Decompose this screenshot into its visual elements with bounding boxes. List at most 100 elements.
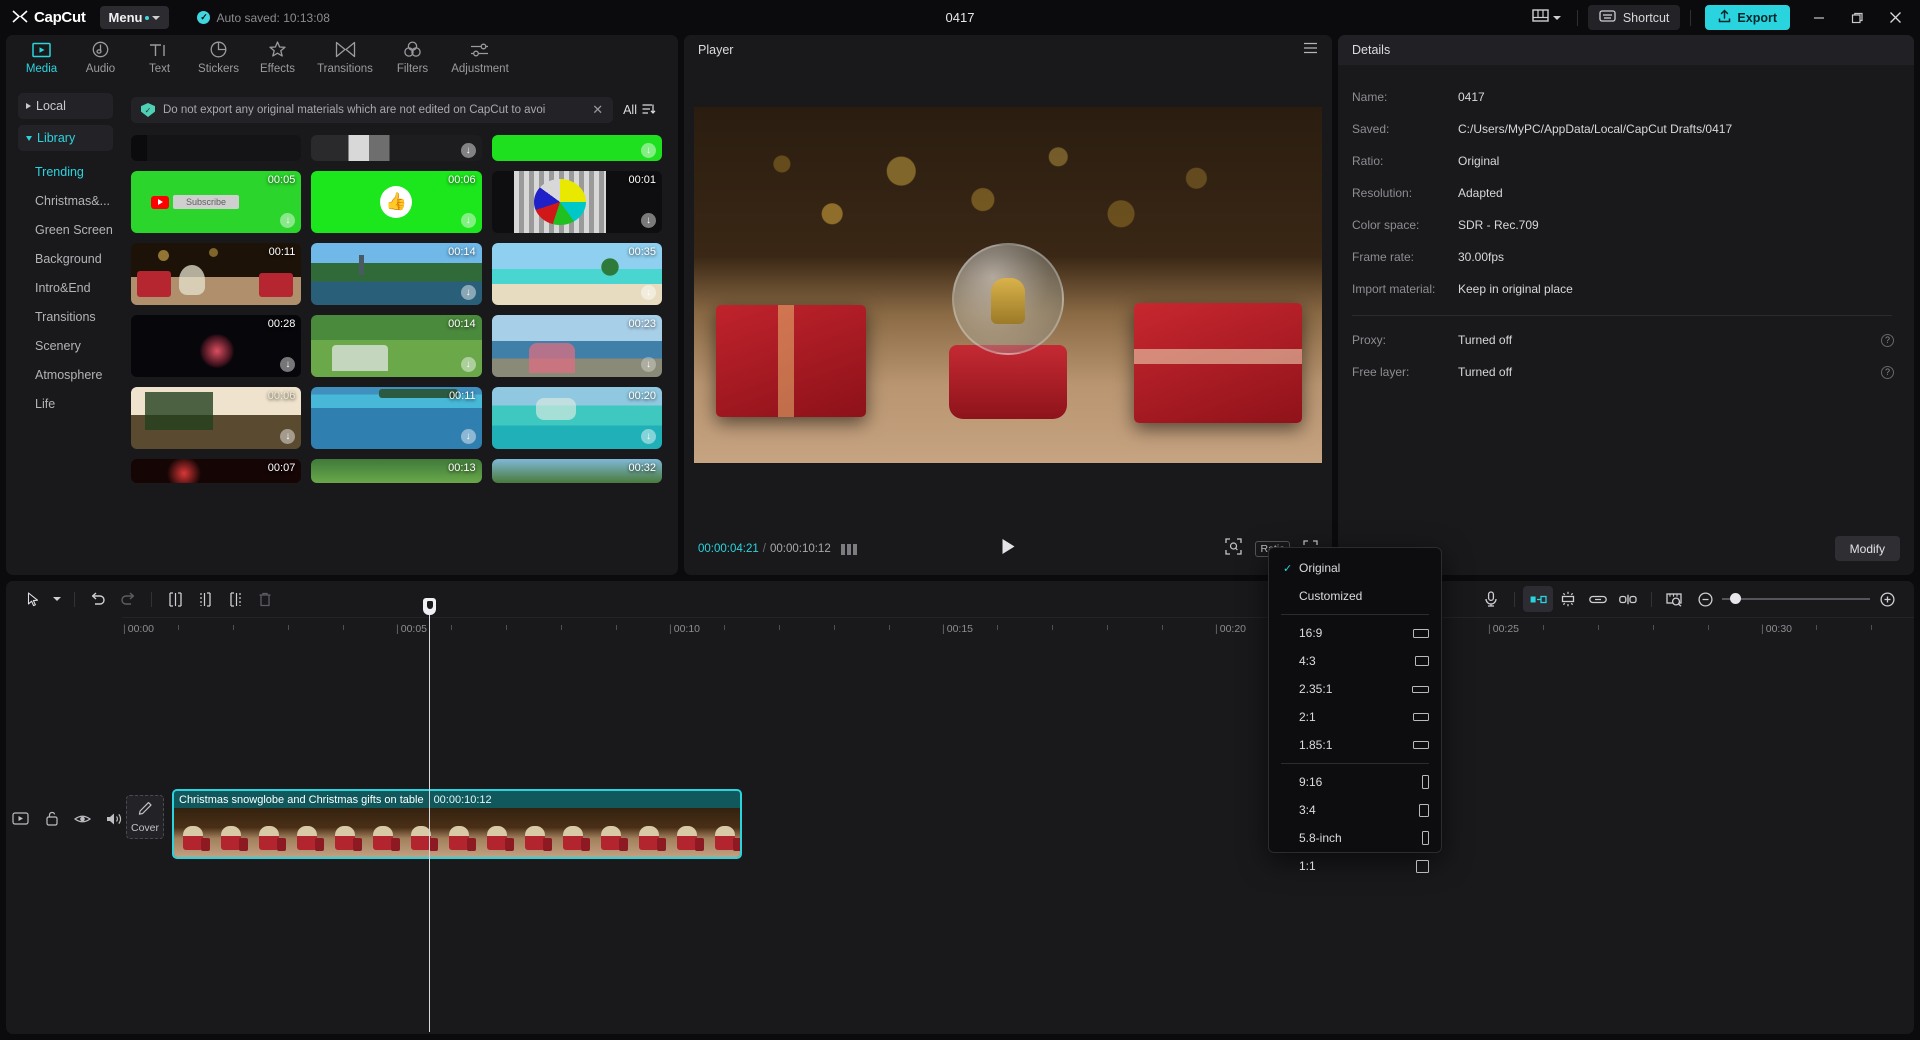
category-scenery[interactable]: Scenery bbox=[18, 331, 113, 360]
category-background[interactable]: Background bbox=[18, 244, 113, 273]
preview-scale-button[interactable] bbox=[1660, 586, 1690, 612]
close-button[interactable] bbox=[1876, 0, 1914, 35]
download-icon[interactable]: ↓ bbox=[641, 357, 656, 372]
media-item[interactable]: Subscribe 00:05 ↓ bbox=[131, 171, 301, 233]
ratio-option-1-1[interactable]: 1:1 bbox=[1269, 852, 1441, 880]
nav-local[interactable]: Local bbox=[18, 93, 113, 119]
media-item[interactable] bbox=[131, 135, 301, 161]
download-icon[interactable]: ↓ bbox=[461, 213, 476, 228]
link-clips-button[interactable] bbox=[1583, 586, 1613, 612]
media-item[interactable]: 00:13 bbox=[311, 459, 481, 483]
media-item[interactable]: 00:14 ↓ bbox=[311, 315, 481, 377]
category-christmas[interactable]: Christmas&... bbox=[18, 186, 113, 215]
category-intro-end[interactable]: Intro&End bbox=[18, 273, 113, 302]
media-item[interactable]: 00:14 ↓ bbox=[311, 243, 481, 305]
media-item[interactable]: 00:06 ↓ bbox=[131, 387, 301, 449]
media-item[interactable]: ↓ bbox=[311, 135, 481, 161]
select-tool[interactable] bbox=[18, 586, 48, 612]
track-mute-button[interactable] bbox=[105, 810, 122, 827]
track-visibility-button[interactable] bbox=[74, 810, 91, 827]
tab-transitions[interactable]: Transitions bbox=[307, 35, 383, 75]
ratio-option-customized[interactable]: Customized bbox=[1269, 582, 1441, 610]
crop-focus-icon[interactable] bbox=[1225, 538, 1242, 560]
trim-right-button[interactable] bbox=[220, 586, 250, 612]
category-trending[interactable]: Trending bbox=[18, 157, 113, 186]
auto-adjust-button[interactable] bbox=[1553, 586, 1583, 612]
nav-library[interactable]: Library bbox=[18, 125, 113, 151]
media-item[interactable]: 00:32 bbox=[492, 459, 662, 483]
mirror-button[interactable] bbox=[1523, 586, 1553, 612]
record-voiceover-button[interactable] bbox=[1476, 586, 1506, 612]
help-icon[interactable]: ? bbox=[1881, 334, 1894, 347]
ratio-option-58-inch[interactable]: 5.8-inch bbox=[1269, 824, 1441, 852]
zoom-slider-knob[interactable] bbox=[1730, 593, 1741, 604]
tab-adjustment[interactable]: Adjustment bbox=[442, 35, 518, 75]
trim-left-button[interactable] bbox=[190, 586, 220, 612]
close-icon[interactable]: ✕ bbox=[588, 102, 603, 118]
undo-button[interactable] bbox=[83, 586, 113, 612]
download-icon[interactable]: ↓ bbox=[461, 429, 476, 444]
download-icon[interactable]: ↓ bbox=[461, 285, 476, 300]
download-icon[interactable]: ↓ bbox=[461, 357, 476, 372]
media-item[interactable]: 00:35 ↓ bbox=[492, 243, 662, 305]
ratio-option-9-16[interactable]: 9:16 bbox=[1269, 768, 1441, 796]
download-icon[interactable]: ↓ bbox=[641, 213, 656, 228]
download-icon[interactable]: ↓ bbox=[280, 213, 295, 228]
download-icon[interactable]: ↓ bbox=[641, 285, 656, 300]
preview-stage[interactable] bbox=[694, 107, 1322, 463]
media-item[interactable]: 00:28 ↓ bbox=[131, 315, 301, 377]
track-lock-button[interactable] bbox=[43, 810, 60, 827]
media-item[interactable]: 00:01 ↓ bbox=[492, 171, 662, 233]
tab-filters[interactable]: Filters bbox=[383, 35, 442, 75]
detach-audio-button[interactable] bbox=[1613, 586, 1643, 612]
timeline-ruler[interactable]: 00:00 00:05 00:10 00:15 00:20 00:25 00:3… bbox=[122, 617, 1914, 643]
delete-button[interactable] bbox=[250, 586, 280, 612]
shortcut-button[interactable]: Shortcut bbox=[1588, 5, 1681, 30]
tab-text[interactable]: Text bbox=[130, 35, 189, 75]
download-icon[interactable]: ↓ bbox=[461, 143, 476, 158]
keyframe-list-icon[interactable] bbox=[841, 544, 857, 555]
category-life[interactable]: Life bbox=[18, 389, 113, 418]
media-item[interactable]: 00:07 bbox=[131, 459, 301, 483]
category-atmosphere[interactable]: Atmosphere bbox=[18, 360, 113, 389]
zoom-slider[interactable] bbox=[1722, 598, 1870, 600]
timeline-clip[interactable]: Christmas snowglobe and Christmas gifts … bbox=[172, 789, 742, 859]
ratio-option-3-4[interactable]: 3:4 bbox=[1269, 796, 1441, 824]
media-item[interactable]: 00:11 bbox=[131, 243, 301, 305]
export-button[interactable]: Export bbox=[1705, 5, 1790, 30]
modify-button[interactable]: Modify bbox=[1835, 536, 1900, 561]
ratio-option-4-3[interactable]: 4:3 bbox=[1269, 647, 1441, 675]
redo-button[interactable] bbox=[113, 586, 143, 612]
tab-audio[interactable]: Audio bbox=[71, 35, 130, 75]
cover-button[interactable]: Cover bbox=[126, 795, 164, 839]
minimize-button[interactable] bbox=[1800, 0, 1838, 35]
menu-button[interactable]: Menu bbox=[100, 6, 170, 29]
ratio-option-2-1[interactable]: 2:1 bbox=[1269, 703, 1441, 731]
media-item[interactable]: 👍 00:06 ↓ bbox=[311, 171, 481, 233]
zoom-out-button[interactable] bbox=[1690, 586, 1720, 612]
tab-media[interactable]: Media bbox=[12, 35, 71, 75]
download-icon[interactable]: ↓ bbox=[641, 429, 656, 444]
download-icon[interactable]: ↓ bbox=[641, 143, 656, 158]
play-button[interactable] bbox=[1001, 538, 1016, 560]
playhead-handle[interactable] bbox=[423, 598, 436, 615]
filter-button[interactable]: All bbox=[623, 103, 660, 118]
track-type-icon[interactable] bbox=[12, 810, 29, 827]
category-green-screen[interactable]: Green Screen bbox=[18, 215, 113, 244]
select-dropdown[interactable] bbox=[48, 586, 66, 612]
zoom-slider-track[interactable] bbox=[1722, 598, 1870, 600]
ratio-option-185-1[interactable]: 1.85:1 bbox=[1269, 731, 1441, 759]
hamburger-icon[interactable] bbox=[1303, 41, 1318, 59]
ratio-option-235-1[interactable]: 2.35:1 bbox=[1269, 675, 1441, 703]
ratio-option-16-9[interactable]: 16:9 bbox=[1269, 619, 1441, 647]
split-button[interactable] bbox=[160, 586, 190, 612]
category-transitions[interactable]: Transitions bbox=[18, 302, 113, 331]
media-item[interactable]: 00:20 ↓ bbox=[492, 387, 662, 449]
help-icon[interactable]: ? bbox=[1881, 366, 1894, 379]
ratio-option-original[interactable]: ✓ Original bbox=[1269, 554, 1441, 582]
media-item[interactable]: 00:11 ↓ bbox=[311, 387, 481, 449]
media-item[interactable]: 00:23 ↓ bbox=[492, 315, 662, 377]
download-icon[interactable]: ↓ bbox=[280, 429, 295, 444]
tab-effects[interactable]: Effects bbox=[248, 35, 307, 75]
layout-switch-button[interactable] bbox=[1526, 4, 1567, 31]
